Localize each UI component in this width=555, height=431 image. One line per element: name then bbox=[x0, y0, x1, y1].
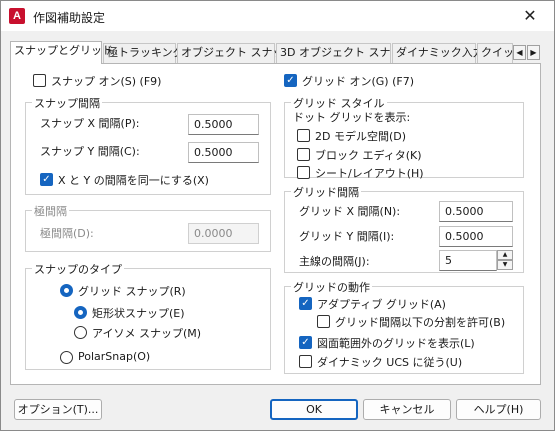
grid-behavior-group: グリッドの動作 ✓ アダプティブ グリッド(A) グリッド間隔以下の分割を許可(… bbox=[284, 279, 524, 374]
subdivision-label: グリッド間隔以下の分割を許可(B) bbox=[335, 316, 506, 329]
tab-polar-tracking[interactable]: 極トラッキング bbox=[103, 43, 184, 63]
isometric-snap-label: アイソメ スナップ(M) bbox=[92, 327, 202, 340]
tab-dynamic-input[interactable]: ダイナミック入力 bbox=[392, 43, 484, 63]
major-line-label: 主線の間隔(J): bbox=[299, 255, 370, 268]
grid-spacing-group-label: グリッド間隔 bbox=[291, 184, 361, 200]
sheet-layout-label: シート/レイアウト(H) bbox=[315, 167, 424, 180]
grid-x-label: グリッド X 間隔(N): bbox=[299, 205, 401, 218]
follow-ucs-checkbox[interactable] bbox=[299, 355, 312, 368]
tab-object-snap[interactable]: オブジェクト スナップ bbox=[177, 43, 295, 63]
tab-quick-properties[interactable]: クイック bbox=[477, 43, 513, 63]
block-editor-label: ブロック エディタ(K) bbox=[315, 149, 422, 162]
tab-snap-and-grid[interactable]: スナップとグリッド bbox=[10, 41, 113, 64]
snap-interval-group-label: スナップ間隔 bbox=[32, 95, 102, 111]
grid-behavior-group-label: グリッドの動作 bbox=[291, 279, 372, 295]
model-space-checkbox[interactable] bbox=[297, 129, 310, 142]
cancel-button[interactable]: キャンセル bbox=[363, 399, 451, 420]
tab-3d-object-snap[interactable]: 3D オブジェクト スナップ bbox=[276, 43, 412, 63]
title-bar: A 作図補助設定 ✕ bbox=[1, 1, 554, 31]
rectangular-snap-radio[interactable] bbox=[74, 306, 87, 319]
snap-type-group: スナップのタイプ グリッド スナップ(R) 矩形状スナップ(E) アイソメ スナ… bbox=[25, 261, 271, 370]
grid-snap-radio[interactable] bbox=[60, 284, 73, 297]
subdivision-checkbox[interactable] bbox=[317, 315, 330, 328]
autocad-app-icon: A bbox=[9, 8, 25, 24]
beyond-limits-checkbox[interactable]: ✓ bbox=[299, 336, 312, 349]
major-line-input[interactable]: 5 bbox=[439, 250, 497, 271]
close-button[interactable]: ✕ bbox=[513, 4, 547, 28]
snap-y-label: スナップ Y 間隔(C): bbox=[40, 145, 140, 158]
snap-x-input[interactable]: 0.5000 bbox=[188, 114, 259, 135]
adaptive-grid-label: アダプティブ グリッド(A) bbox=[317, 298, 446, 311]
spinner-up-icon[interactable]: ▲ bbox=[497, 250, 513, 260]
grid-style-caption: ドット グリッドを表示: bbox=[293, 111, 411, 124]
snap-x-label: スナップ X 間隔(P): bbox=[40, 117, 140, 130]
help-button[interactable]: ヘルプ(H) bbox=[456, 399, 541, 420]
snap-on-label: スナップ オン(S) (F9) bbox=[51, 75, 162, 88]
grid-spacing-group: グリッド間隔 グリッド X 間隔(N): 0.5000 グリッド Y 間隔(I)… bbox=[284, 184, 524, 273]
equal-xy-checkbox[interactable]: ✓ bbox=[40, 173, 53, 186]
snap-type-group-label: スナップのタイプ bbox=[32, 261, 124, 277]
equal-xy-label: X と Y の間隔を同一にする(X) bbox=[58, 174, 209, 187]
follow-ucs-label: ダイナミック UCS に従う(U) bbox=[317, 356, 463, 369]
major-line-spinner[interactable]: ▲ ▼ bbox=[497, 250, 513, 271]
polar-spacing-group-label: 極間隔 bbox=[32, 203, 69, 219]
options-button[interactable]: オプション(T)... bbox=[14, 399, 102, 420]
grid-x-input[interactable]: 0.5000 bbox=[439, 201, 513, 222]
sheet-layout-checkbox[interactable] bbox=[297, 166, 310, 179]
grid-y-input[interactable]: 0.5000 bbox=[439, 226, 513, 247]
snap-y-input[interactable]: 0.5000 bbox=[188, 142, 259, 163]
snap-interval-group: スナップ間隔 スナップ X 間隔(P): 0.5000 スナップ Y 間隔(C)… bbox=[25, 95, 271, 195]
dialog-window: A 作図補助設定 ✕ スナップとグリッド 極トラッキング オブジェクト スナップ… bbox=[0, 0, 555, 431]
polar-spacing-group: 極間隔 極間隔(D): 0.0000 bbox=[25, 203, 271, 252]
dialog-title: 作図補助設定 bbox=[33, 11, 106, 25]
spinner-down-icon[interactable]: ▼ bbox=[497, 260, 513, 270]
ok-button[interactable]: OK bbox=[270, 399, 358, 420]
tab-scroll-left-button[interactable]: ◀ bbox=[513, 45, 526, 60]
polar-distance-label: 極間隔(D): bbox=[40, 227, 94, 240]
polar-distance-input[interactable]: 0.0000 bbox=[188, 223, 259, 244]
grid-on-checkbox[interactable]: ✓ bbox=[284, 74, 297, 87]
tab-bar: スナップとグリッド 極トラッキング オブジェクト スナップ 3D オブジェクト … bbox=[10, 41, 541, 64]
polarsnap-radio[interactable] bbox=[60, 351, 73, 364]
rectangular-snap-label: 矩形状スナップ(E) bbox=[92, 307, 185, 320]
grid-on-label: グリッド オン(G) (F7) bbox=[302, 75, 415, 88]
grid-style-group: グリッド スタイル ドット グリッドを表示: 2D モデル空間(D) ブロック … bbox=[284, 95, 524, 180]
beyond-limits-label: 図面範囲外のグリッドを表示(L) bbox=[317, 337, 475, 350]
polarsnap-label: PolarSnap(O) bbox=[78, 350, 151, 363]
isometric-snap-radio[interactable] bbox=[74, 326, 87, 339]
tab-scroll-right-button[interactable]: ▶ bbox=[527, 45, 540, 60]
block-editor-checkbox[interactable] bbox=[297, 148, 310, 161]
model-space-label: 2D モデル空間(D) bbox=[315, 130, 407, 143]
grid-y-label: グリッド Y 間隔(I): bbox=[299, 230, 395, 243]
adaptive-grid-checkbox[interactable]: ✓ bbox=[299, 297, 312, 310]
grid-snap-label: グリッド スナップ(R) bbox=[78, 285, 186, 298]
tab-panel: スナップ オン(S) (F9) スナップ間隔 スナップ X 間隔(P): 0.5… bbox=[10, 63, 541, 385]
snap-on-checkbox[interactable] bbox=[33, 74, 46, 87]
